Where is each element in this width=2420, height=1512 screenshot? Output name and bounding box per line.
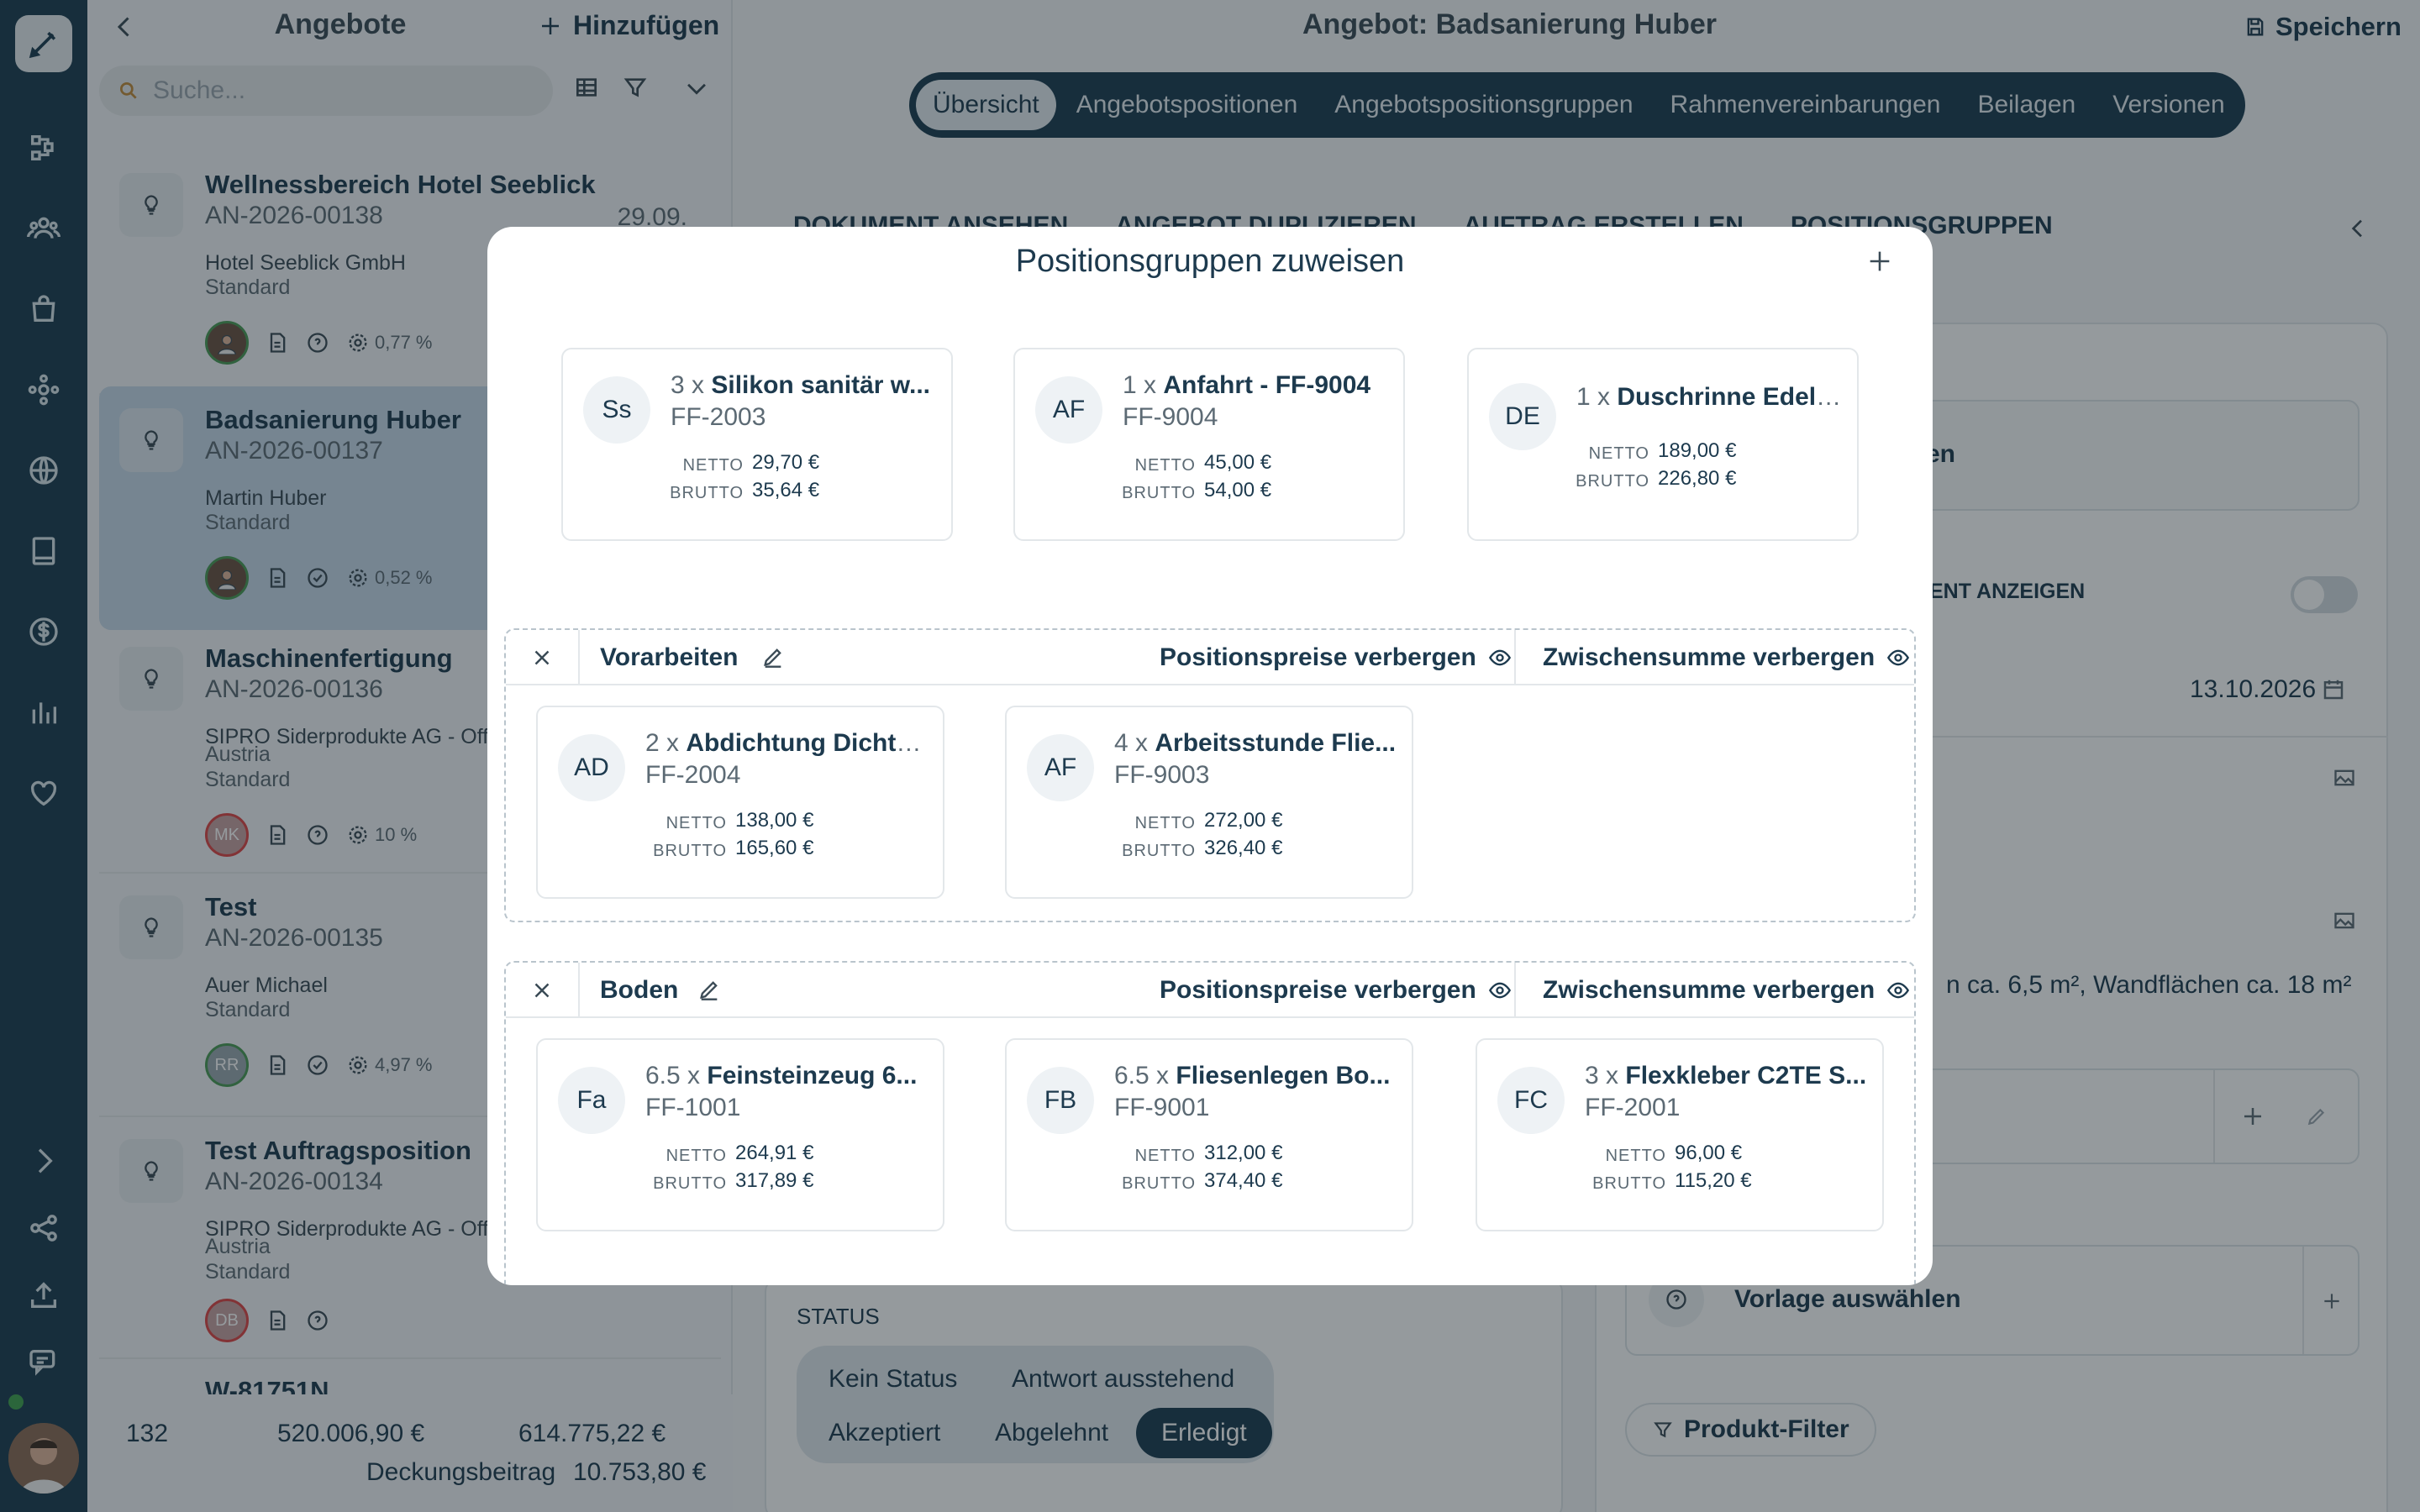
netto-label: NETTO — [1605, 1147, 1666, 1165]
position-code: FF-9001 — [1114, 1094, 1210, 1121]
add-group-plus-icon[interactable] — [1865, 247, 1894, 276]
eye-icon — [1488, 982, 1511, 999]
position-avatar: AD — [558, 734, 625, 801]
brutto-label: BRUTTO — [653, 1174, 727, 1193]
brutto-label: BRUTTO — [670, 484, 744, 502]
edit-pencil-icon[interactable] — [697, 978, 721, 1001]
brutto-label: BRUTTO — [1592, 1174, 1666, 1193]
netto-label: NETTO — [1134, 1147, 1196, 1165]
brutto-label: BRUTTO — [653, 842, 727, 860]
position-code: FF-9003 — [1114, 761, 1210, 789]
group-header: Vorarbeiten Positionspreise verbergen Zw… — [506, 630, 1914, 685]
position-code: FF-2003 — [671, 403, 766, 431]
position-card[interactable]: AD 2 x Abdichtung Dichts... FF-2004 NETT… — [536, 706, 944, 899]
remove-group-close-icon[interactable] — [506, 630, 580, 685]
brutto-label: BRUTTO — [1122, 1174, 1196, 1193]
netto-price: 96,00 € — [1675, 1142, 1743, 1164]
brutto-label: BRUTTO — [1122, 842, 1196, 860]
position-title: 6.5 x Feinsteinzeug 6... — [645, 1062, 918, 1089]
position-code: FF-2001 — [1585, 1094, 1681, 1121]
hide-subtotal-label: Zwischensumme verbergen — [1543, 976, 1876, 1004]
position-code: FF-9004 — [1123, 403, 1218, 431]
hide-subtotal-toggle[interactable]: Zwischensumme verbergen — [1514, 630, 1910, 685]
hide-prices-toggle[interactable]: Positionspreise verbergen — [1160, 643, 1512, 672]
netto-price: 264,91 € — [735, 1142, 814, 1164]
position-title: 3 x Silikon sanitär w... — [671, 371, 930, 399]
netto-label: NETTO — [666, 814, 727, 832]
hide-prices-toggle[interactable]: Positionspreise verbergen — [1160, 976, 1512, 1005]
brutto-label: BRUTTO — [1576, 472, 1649, 491]
hide-prices-label: Positionspreise verbergen — [1160, 643, 1476, 671]
netto-price: 29,70 € — [752, 451, 820, 474]
netto-price: 189,00 € — [1658, 439, 1737, 462]
position-title: 1 x Duschrinne Edels... — [1576, 383, 1845, 411]
netto-price: 272,00 € — [1204, 809, 1283, 832]
position-code: FF-2004 — [645, 761, 741, 789]
netto-label: NETTO — [1134, 456, 1196, 475]
position-card[interactable]: AF 1 x Anfahrt - FF-9004 FF-9004 NETTO 45… — [1013, 348, 1405, 541]
netto-label: NETTO — [1588, 444, 1649, 463]
position-card[interactable]: Fa 6.5 x Feinsteinzeug 6... FF-1001 NETT… — [536, 1038, 944, 1231]
brutto-price: 374,40 € — [1204, 1169, 1283, 1192]
position-title: 4 x Arbeitsstunde Flie... — [1114, 729, 1397, 757]
brutto-price: 226,80 € — [1658, 467, 1737, 490]
group-header: Boden Positionspreise verbergen Zwischen… — [506, 963, 1914, 1018]
netto-price: 45,00 € — [1204, 451, 1272, 474]
netto-price: 138,00 € — [735, 809, 814, 832]
remove-group-close-icon[interactable] — [506, 963, 580, 1018]
position-title: 3 x Flexkleber C2TE S... — [1585, 1062, 1867, 1089]
brutto-label: BRUTTO — [1122, 484, 1196, 502]
assign-groups-modal: Positionsgruppen zuweisen Ss 3 x Silikon… — [487, 227, 1933, 1285]
position-avatar: Ss — [583, 376, 650, 444]
group-name: Boden — [600, 976, 679, 1004]
hide-prices-label: Positionspreise verbergen — [1160, 976, 1476, 1004]
position-avatar: AF — [1027, 734, 1094, 801]
position-group: Boden Positionspreise verbergen Zwischen… — [504, 961, 1916, 1285]
group-name: Vorarbeiten — [600, 643, 739, 671]
position-card[interactable]: DE 1 x Duschrinne Edels... NETTO 189,00 €… — [1467, 348, 1859, 541]
position-group: Vorarbeiten Positionspreise verbergen Zw… — [504, 628, 1916, 922]
eye-icon — [1887, 649, 1910, 666]
edit-pencil-icon[interactable] — [761, 645, 785, 669]
position-avatar: Fa — [558, 1067, 625, 1134]
brutto-price: 317,89 € — [735, 1169, 814, 1192]
position-card[interactable]: Ss 3 x Silikon sanitär w... FF-2003 NETT… — [561, 348, 953, 541]
netto-label: NETTO — [1134, 814, 1196, 832]
position-card[interactable]: AF 4 x Arbeitsstunde Flie... FF-9003 NET… — [1005, 706, 1413, 899]
position-card[interactable]: FB 6.5 x Fliesenlegen Bo... FF-9001 NETT… — [1005, 1038, 1413, 1231]
brutto-price: 326,40 € — [1204, 837, 1283, 859]
position-title: 2 x Abdichtung Dichts... — [645, 729, 931, 757]
position-avatar: FC — [1497, 1067, 1565, 1134]
brutto-price: 54,00 € — [1204, 479, 1272, 501]
position-title: 6.5 x Fliesenlegen Bo... — [1114, 1062, 1391, 1089]
modal-title: Positionsgruppen zuweisen — [1015, 244, 1405, 279]
brutto-price: 115,20 € — [1675, 1169, 1752, 1192]
position-avatar: AF — [1035, 376, 1102, 444]
position-avatar: FB — [1027, 1067, 1094, 1134]
hide-subtotal-label: Zwischensumme verbergen — [1543, 643, 1876, 671]
position-title: 1 x Anfahrt - FF-9004 — [1123, 371, 1371, 399]
brutto-price: 165,60 € — [735, 837, 814, 859]
netto-label: NETTO — [682, 456, 744, 475]
position-code: FF-1001 — [645, 1094, 741, 1121]
eye-icon — [1488, 649, 1511, 666]
brutto-price: 35,64 € — [752, 479, 820, 501]
netto-label: NETTO — [666, 1147, 727, 1165]
eye-icon — [1887, 982, 1910, 999]
position-card[interactable]: FC 3 x Flexkleber C2TE S... FF-2001 NETT… — [1476, 1038, 1884, 1231]
hide-subtotal-toggle[interactable]: Zwischensumme verbergen — [1514, 963, 1910, 1018]
netto-price: 312,00 € — [1204, 1142, 1283, 1164]
